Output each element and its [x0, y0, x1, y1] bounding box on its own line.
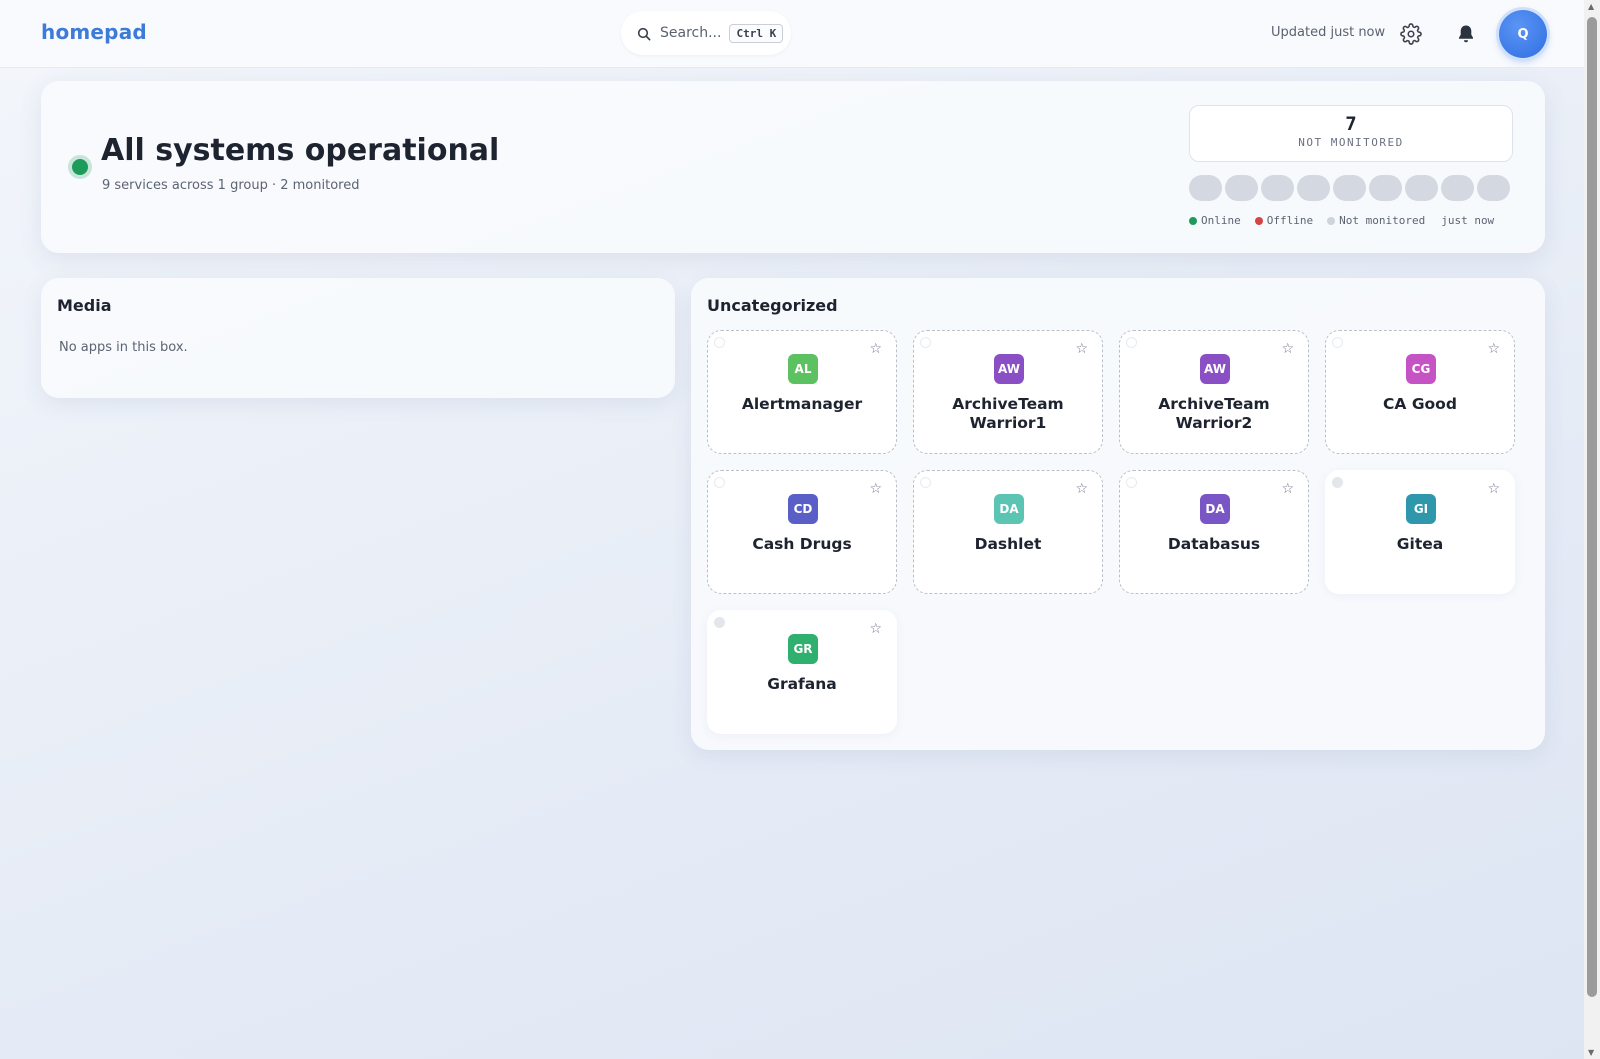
service-status-pill[interactable]	[1189, 175, 1222, 201]
app-status-dot	[714, 477, 725, 488]
app-status-dot	[1332, 477, 1343, 488]
app-status-dot	[1126, 477, 1137, 488]
app-name: Gitea	[1396, 535, 1444, 553]
app-name: Alertmanager	[741, 395, 863, 413]
app-name: Cash Drugs	[752, 535, 852, 553]
app-status-dot	[714, 617, 725, 628]
favorite-star-icon[interactable]: ☆	[1075, 342, 1088, 356]
not-monitored-dot-icon	[1327, 216, 1336, 225]
favorite-star-icon[interactable]: ☆	[1281, 342, 1294, 356]
legend-not-monitored: Not monitored	[1327, 214, 1425, 227]
app-initials-badge: CD	[788, 494, 818, 524]
not-monitored-counter: 7 NOT MONITORED	[1189, 105, 1513, 162]
app-grid: ☆ AL Alertmanager ☆ AW ArchiveTeam Warrior1 ☆ A…	[707, 330, 1515, 734]
legend-not-monitored-label: Not monitored	[1339, 214, 1426, 227]
scroll-up-arrow-icon[interactable]: ▲	[1588, 2, 1594, 11]
search-button[interactable]: Search... Ctrl K	[621, 11, 791, 55]
service-status-pill[interactable]	[1477, 175, 1510, 201]
app-initials-badge: GR	[788, 634, 818, 664]
app-name: ArchiveTeam Warrior1	[952, 395, 1064, 432]
status-legend: Online Offline Not monitored just now	[1189, 214, 1494, 227]
legend-online-label: Online	[1201, 214, 1241, 227]
search-placeholder: Search...	[660, 25, 722, 41]
app-initials-badge: AW	[1200, 354, 1230, 384]
online-dot-icon	[1189, 216, 1197, 225]
service-status-pill[interactable]	[1441, 175, 1474, 201]
app-initials-badge: CG	[1406, 354, 1436, 384]
box-title-uncategorized: Uncategorized	[707, 296, 838, 315]
app-initials-badge: AL	[788, 354, 818, 384]
app-initials-badge: AW	[994, 354, 1024, 384]
counter-label: NOT MONITORED	[1298, 136, 1404, 149]
status-panel: All systems operational 9 services acros…	[41, 81, 1545, 253]
app-tile[interactable]: ☆ GI Gitea	[1325, 470, 1515, 594]
box-media: Media No apps in this box.	[41, 278, 675, 398]
updated-status: Updated just now	[1271, 25, 1386, 40]
favorite-star-icon[interactable]: ☆	[1075, 482, 1088, 496]
app-tile[interactable]: ☆ DA Dashlet	[913, 470, 1103, 594]
settings-gear-icon[interactable]	[1400, 23, 1422, 45]
service-status-pill[interactable]	[1225, 175, 1258, 201]
service-status-pill[interactable]	[1333, 175, 1366, 201]
favorite-star-icon[interactable]: ☆	[869, 482, 882, 496]
app-tile[interactable]: ☆ CD Cash Drugs	[707, 470, 897, 594]
status-indicator-dot	[72, 159, 88, 175]
legend-offline-label: Offline	[1266, 214, 1314, 227]
app-tile[interactable]: ☆ DA Databasus	[1119, 470, 1309, 594]
counter-value: 7	[1345, 113, 1357, 135]
box-title-media: Media	[57, 296, 112, 315]
search-icon	[637, 26, 651, 41]
app-status-dot	[714, 337, 725, 348]
app-status-dot	[1126, 337, 1137, 348]
app-initials-badge: DA	[994, 494, 1024, 524]
service-status-pill[interactable]	[1405, 175, 1438, 201]
scrollbar-thumb[interactable]	[1587, 17, 1597, 997]
app-tile[interactable]: ☆ AW ArchiveTeam Warrior2	[1119, 330, 1309, 454]
app-tile[interactable]: ☆ AW ArchiveTeam Warrior1	[913, 330, 1103, 454]
app-initials-badge: GI	[1406, 494, 1436, 524]
favorite-star-icon[interactable]: ☆	[869, 342, 882, 356]
app-tile[interactable]: ☆ GR Grafana	[707, 610, 897, 734]
scroll-down-arrow-icon[interactable]: ▼	[1588, 1048, 1594, 1057]
app-name: Grafana	[767, 675, 837, 693]
empty-box-message: No apps in this box.	[59, 340, 188, 355]
offline-dot-icon	[1254, 216, 1263, 225]
user-avatar[interactable]: Q	[1499, 10, 1547, 58]
brand-logo[interactable]: homepad	[41, 20, 147, 44]
legend-time: just now	[1441, 214, 1495, 227]
app-tile[interactable]: ☆ AL Alertmanager	[707, 330, 897, 454]
status-subtitle: 9 services across 1 group · 2 monitored	[102, 178, 360, 193]
service-status-pill[interactable]	[1297, 175, 1330, 201]
status-title: All systems operational	[101, 133, 500, 168]
app-name: Dashlet	[974, 535, 1042, 553]
service-status-pill[interactable]	[1369, 175, 1402, 201]
favorite-star-icon[interactable]: ☆	[1487, 342, 1500, 356]
app-name: CA Good	[1383, 395, 1457, 413]
app-status-dot	[920, 477, 931, 488]
app-initials-badge: DA	[1200, 494, 1230, 524]
app-status-dot	[920, 337, 931, 348]
favorite-star-icon[interactable]: ☆	[869, 622, 882, 636]
app-tile[interactable]: ☆ CG CA Good	[1325, 330, 1515, 454]
app-name: Databasus	[1167, 535, 1261, 553]
app-name: ArchiveTeam Warrior2	[1158, 395, 1270, 432]
search-shortcut: Ctrl K	[729, 23, 784, 43]
service-status-pill[interactable]	[1261, 175, 1294, 201]
box-uncategorized: Uncategorized ☆ AL Alertmanager ☆ AW ArchiveT…	[691, 278, 1545, 750]
app-status-dot	[1332, 337, 1343, 348]
top-bar: homepad Search... Ctrl K Updated just no…	[0, 0, 1584, 68]
favorite-star-icon[interactable]: ☆	[1487, 482, 1500, 496]
page-scrollbar[interactable]: ▲ ▼	[1584, 0, 1600, 1059]
legend-offline: Offline	[1254, 214, 1314, 227]
notifications-bell-icon[interactable]	[1457, 24, 1475, 44]
legend-online: Online	[1189, 214, 1241, 227]
favorite-star-icon[interactable]: ☆	[1281, 482, 1294, 496]
service-status-pills	[1189, 175, 1510, 201]
